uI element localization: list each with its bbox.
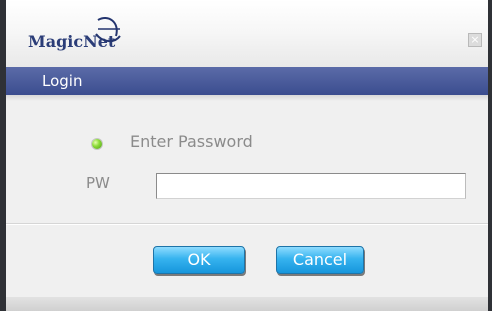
- cancel-button[interactable]: Cancel: [276, 246, 364, 274]
- dialog-content: Enter Password PW OK Cancel: [6, 95, 488, 311]
- login-window: MagicNet × Login Enter Password PW OK Ca…: [0, 0, 492, 311]
- status-text: Enter Password: [130, 132, 253, 151]
- close-icon[interactable]: ×: [468, 33, 482, 47]
- green-status-icon: [92, 139, 102, 149]
- dialog-title: Login: [42, 72, 83, 90]
- divider-highlight: [6, 224, 488, 225]
- password-input[interactable]: [156, 173, 466, 199]
- ok-button[interactable]: OK: [153, 246, 245, 274]
- logo-swoosh-icon: [95, 17, 121, 42]
- header-bar: Login: [6, 67, 488, 95]
- content-shadow: [6, 95, 488, 101]
- titlebar: MagicNet ×: [6, 0, 488, 67]
- bottom-bar: [6, 297, 488, 311]
- password-label: PW: [86, 174, 110, 192]
